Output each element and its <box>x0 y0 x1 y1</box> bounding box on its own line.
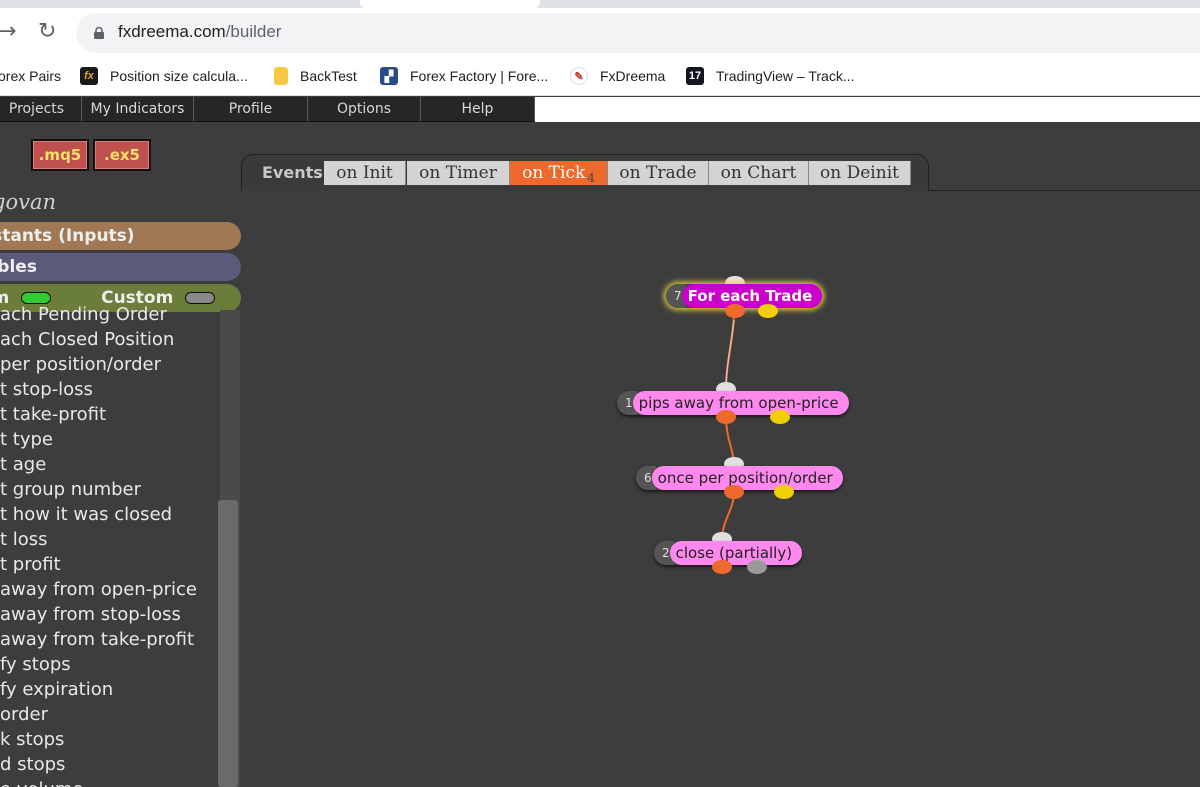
block-label: close (partially) <box>669 541 803 565</box>
block-connections <box>721 309 735 541</box>
block-else-connector[interactable] <box>774 485 794 499</box>
block-label: once per position/order <box>651 466 843 490</box>
block-else-connector[interactable] <box>770 410 790 424</box>
block-for-each-trade[interactable]: 7 For each Trade <box>666 284 823 308</box>
block-else-connector[interactable] <box>758 304 778 318</box>
block-else-connector[interactable] <box>747 560 767 574</box>
block-label: pips away from open-price <box>632 391 849 415</box>
block-output-connector[interactable] <box>712 560 732 574</box>
block-label: For each Trade <box>681 284 823 308</box>
block-output-connector[interactable] <box>724 485 744 499</box>
block-output-connector[interactable] <box>716 410 736 424</box>
block-output-connector[interactable] <box>725 304 745 318</box>
